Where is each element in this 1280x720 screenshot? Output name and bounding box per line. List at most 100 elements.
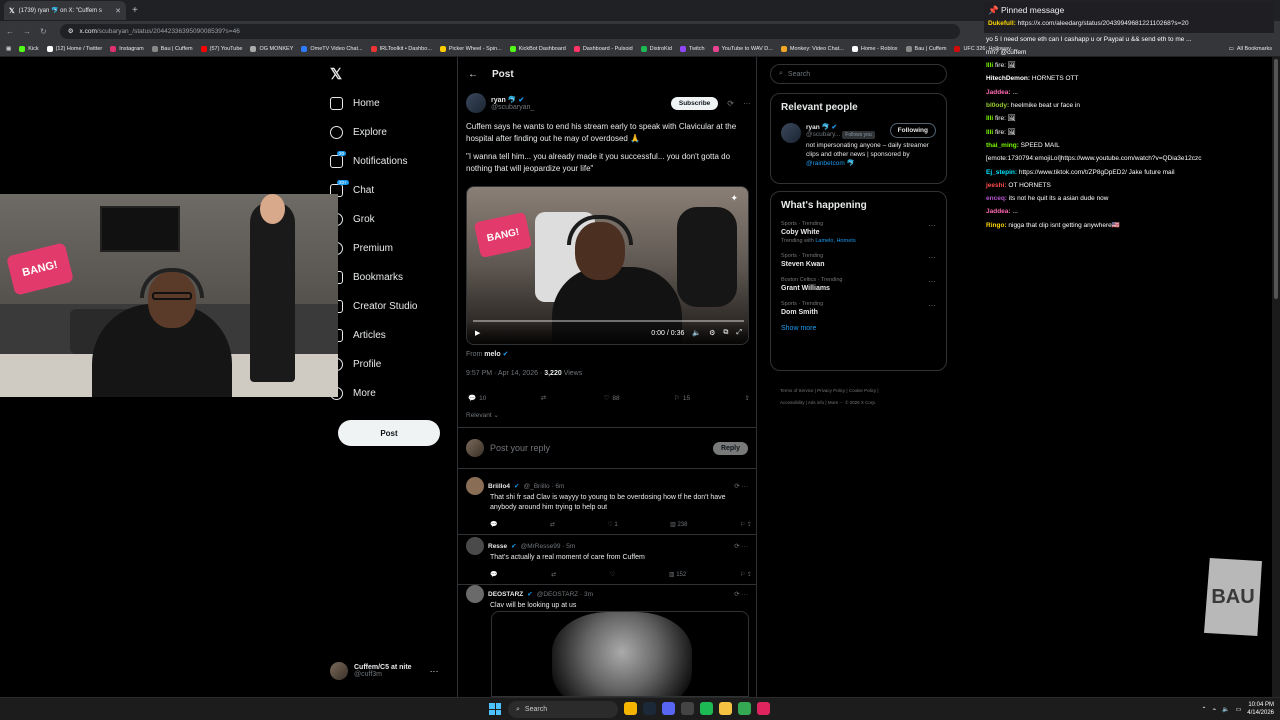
reply-author[interactable]: DEOSTARZ [488,591,523,598]
file-explorer-icon[interactable] [719,702,732,715]
url-input[interactable]: ⚙ x.com/scubaryan_/status/20442336395090… [59,23,960,39]
post-button[interactable]: Post [338,420,440,446]
nav-bookmarks[interactable]: Bookmarks [330,271,403,284]
taskbar-search[interactable]: ⌕ Search [508,701,618,718]
like-action[interactable]: ♡ [610,571,615,578]
nav-notifications[interactable]: 20 Notifications [330,151,407,168]
chat-username[interactable]: jeeshi: [986,182,1007,189]
chat-username[interactable]: Ringo: [986,222,1007,229]
nav-explore[interactable]: Explore [330,126,387,139]
reply-author[interactable]: Briillo4 [488,483,510,490]
close-icon[interactable]: ✕ [115,7,121,15]
more-dots-icon[interactable]: ··· [928,253,936,262]
nav-articles[interactable]: Articles [330,329,386,342]
chat-username[interactable]: Jaddea: [986,208,1011,215]
chevron-up-icon[interactable]: ⌃ [1201,706,1206,713]
bookmark-11[interactable]: DistroKid [640,45,672,52]
trend-item[interactable]: Boston Celtics · Trending Grant Williams… [781,277,936,292]
avatar[interactable] [781,123,801,143]
volume-icon[interactable]: 🔈 [692,329,701,337]
show-more-link[interactable]: Show more [781,325,936,332]
browser-tab[interactable]: 𝕏 (1739) ryan 🐬 on X: "Cuffem s ✕ [4,1,126,20]
bookmark-icon[interactable]: ⚐ ⇪ [740,571,752,578]
bookmark-13[interactable]: YouTube to WAV D... [712,45,773,52]
chrome-icon[interactable] [738,702,751,715]
search-input[interactable]: ⌕ Search [770,64,947,84]
reply-sort-dropdown[interactable]: Relevant ⌄ [466,411,499,419]
trend-item[interactable]: Sports · Trending Steven Kwan ··· [781,253,936,268]
bookmark-icon[interactable]: ⚐ ⇪ [740,521,752,528]
more-dots-icon[interactable]: ··· [928,221,936,230]
reply-input[interactable]: Post your reply [490,443,707,453]
reply-icon[interactable]: 💬 [490,571,497,578]
views-action[interactable]: ▥ 152 [669,571,686,578]
clock[interactable]: 10:04 PM 4/14/2026 [1247,701,1274,717]
nav-home[interactable]: Home [330,97,380,110]
reply-media[interactable] [491,611,749,697]
volume-icon[interactable]: 🔈 [1222,706,1229,713]
fullscreen-icon[interactable]: ⤢ [736,329,742,337]
more-dots-icon[interactable]: ··· [928,277,936,286]
avatar[interactable] [466,477,484,495]
bookmark-4[interactable]: (57) YouTube [200,45,242,52]
forward-arrow-icon[interactable]: → [23,27,31,36]
bookmark-15[interactable]: Home - Roblox [851,45,898,52]
post-timestamp[interactable]: 9:57 PM · Apr 14, 2026 · [466,370,544,377]
reply-button[interactable]: Reply [712,441,748,455]
avatar[interactable] [466,537,484,555]
reply-action[interactable]: 💬 10 [468,394,486,403]
bookmark-action[interactable]: ⚐ 15 [674,394,690,403]
author-handle[interactable]: @scubaryan_ [491,104,534,111]
person-name[interactable]: ryan 🐬 ✔ [806,123,875,131]
like-action[interactable]: ♡ 1 [607,521,617,528]
site-info-icon[interactable]: ⚙ [68,27,74,35]
subscribe-button[interactable]: Subscribe [670,96,719,110]
author-name[interactable]: ryan 🐬 ✔ [491,96,534,104]
avatar[interactable] [466,585,484,603]
more-dots-icon[interactable]: ⟳ ··· [734,590,748,598]
back-arrow-icon[interactable]: ← [6,27,14,36]
reply-post[interactable]: Briillo4 ✔ @_Briillo · 6m ⟳ ··· That shi fr… [458,471,756,535]
like-action[interactable]: ♡ 88 [604,394,620,403]
repost-action[interactable]: ⇄ [541,394,549,402]
bookmark-3[interactable]: Bau | Cuffem [151,45,193,52]
grok-icon[interactable]: ⟳ [727,99,734,108]
obs-icon[interactable] [681,702,694,715]
new-tab-icon[interactable]: + [132,5,138,16]
windows-start-icon[interactable] [489,703,501,715]
bookmark-1[interactable]: (12) Home / Twitter [46,45,102,52]
more-dots-icon[interactable]: ··· [430,666,439,676]
chat-username[interactable]: enceq: [986,195,1007,202]
more-dots-icon[interactable]: ⟳ ··· [734,482,748,490]
battery-icon[interactable]: ▭ [1236,706,1242,713]
reply-icon[interactable]: 💬 [490,521,497,528]
chat-username[interactable]: HitechDemon: [986,75,1030,82]
nav-premium[interactable]: Premium [330,242,393,255]
reply-post[interactable]: Resse ✔ @MrResse99 · 5m ⟳ ··· That's actual… [458,531,756,585]
repost-icon[interactable]: ⇄ [550,521,555,528]
bookmark-6[interactable]: OmeTV Video Chat... [301,45,363,52]
chat-username[interactable]: bl0ody: [986,102,1009,109]
play-icon[interactable]: ▶ [475,329,480,337]
apps-grid-icon[interactable]: ▦ [6,46,11,52]
account-switcher[interactable]: Cuffem/C5 at nite @cuff3m ··· [330,662,439,680]
settings-icon[interactable]: ⚙ [709,329,715,337]
chrome-icon[interactable] [624,702,637,715]
bookmark-2[interactable]: Instagram [110,45,144,52]
more-dots-icon[interactable]: ··· [928,301,936,310]
more-dots-icon[interactable]: ··· [743,99,751,108]
more-dots-icon[interactable]: ⟳ ··· [734,542,748,550]
bookmark-16[interactable]: Bau | Cuffem [905,45,946,52]
video-player[interactable]: BANG! ✦ ▶ 0:00 / 0:36 🔈 ⚙ ⧉ ⤢ [466,186,749,345]
avatar[interactable] [466,93,486,113]
repost-icon[interactable]: ⇄ [551,571,556,578]
bookmark-14[interactable]: Monkey: Video Chat... [780,45,844,52]
reload-icon[interactable]: ↻ [40,27,47,36]
chat-username[interactable]: thai_ming: [986,142,1019,149]
following-button[interactable]: Following [889,123,936,138]
reply-author[interactable]: Resse [488,543,507,550]
bookmark-10[interactable]: Dashboard - Pulsoid [573,45,633,52]
chat-username[interactable]: Jaddea: [986,89,1011,96]
source-name[interactable]: melo [484,351,500,358]
steam-icon[interactable] [643,702,656,715]
